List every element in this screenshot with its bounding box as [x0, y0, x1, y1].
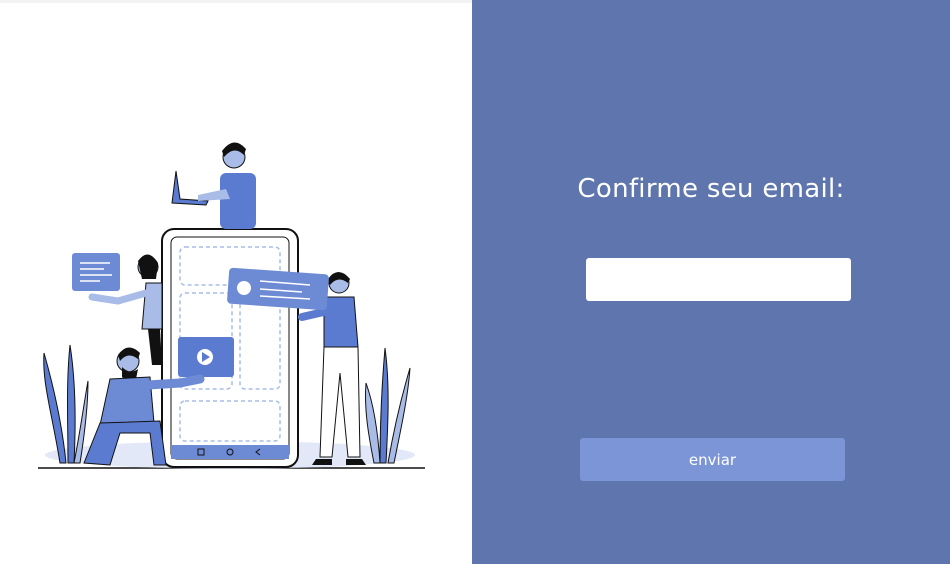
page-title: Confirme seu email:	[577, 174, 845, 204]
email-confirm-panel: Confirme seu email: enviar	[472, 0, 950, 564]
message-card-icon	[72, 253, 120, 291]
illustration-panel	[0, 0, 472, 564]
video-play-icon	[178, 337, 234, 377]
profile-card-icon	[227, 267, 329, 311]
plant-right	[365, 347, 411, 464]
email-field[interactable]	[586, 258, 851, 301]
submit-button[interactable]: enviar	[580, 438, 845, 481]
plant-left	[43, 344, 89, 464]
person-with-laptop	[171, 142, 256, 229]
people-with-smartphone-illustration	[38, 142, 425, 469]
